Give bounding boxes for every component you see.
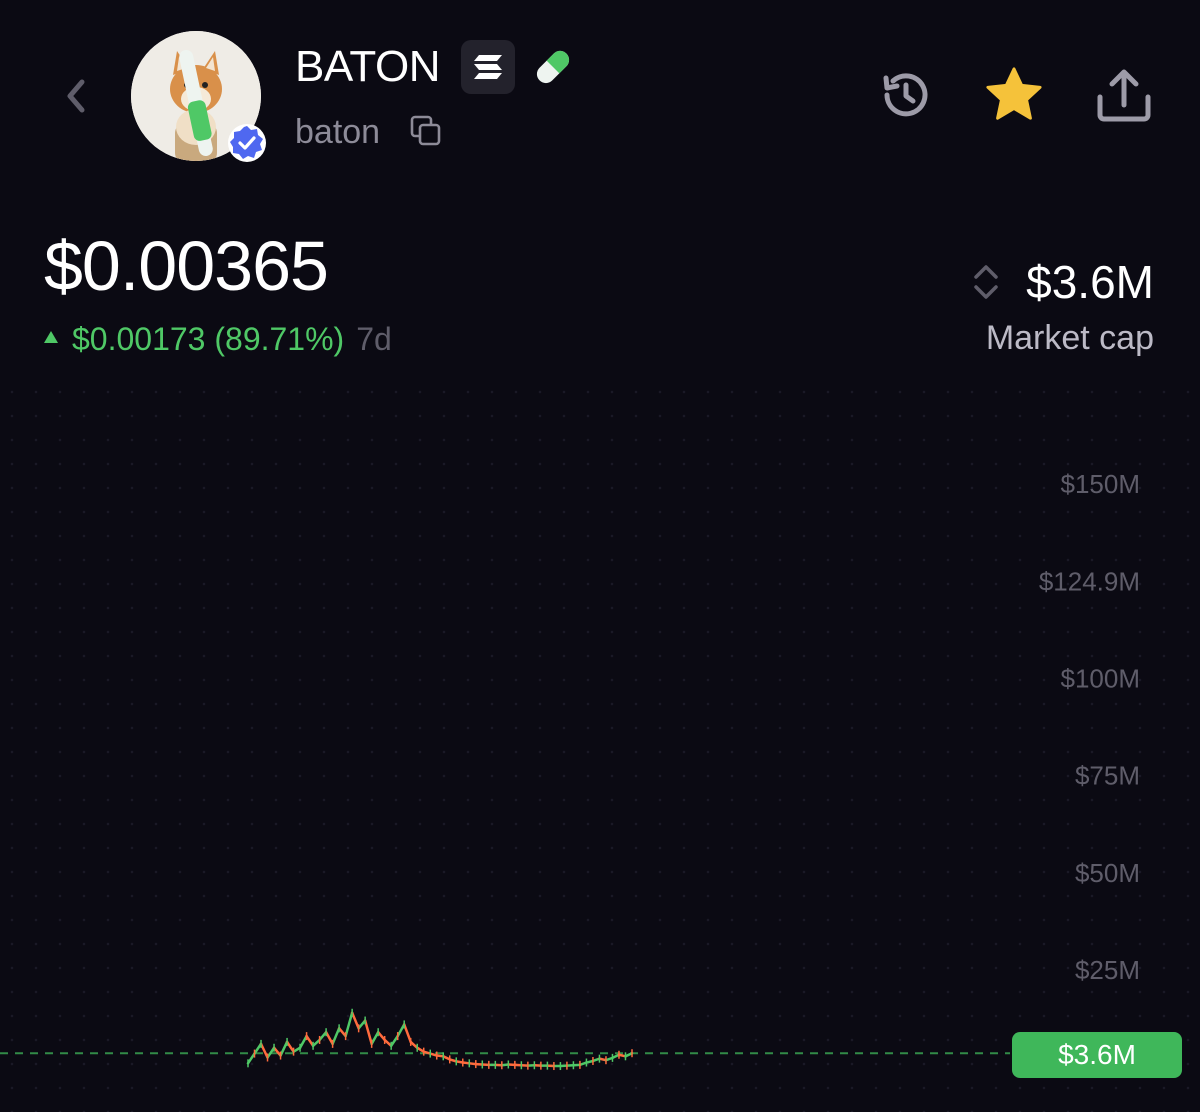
series-segment [383, 1038, 393, 1048]
series-segment [409, 1040, 419, 1050]
y-tick-label: $75M [1075, 761, 1140, 791]
token-detail-screen: BATON baton $0.00365 $0.00173 (89.71%) 7… [0, 0, 1200, 1112]
series-segment [298, 1034, 308, 1050]
series-segment [350, 1011, 360, 1030]
series-segment [344, 1011, 354, 1038]
y-tick-label: $100M [1061, 663, 1141, 693]
y-tick-label: $25M [1075, 955, 1140, 985]
series-segment [318, 1030, 328, 1042]
price-chart[interactable]: $150M $124.9M $100M $75M $50M $25M [0, 0, 1200, 1112]
series-segment [305, 1034, 315, 1048]
series-segment [389, 1034, 399, 1048]
series-segment [259, 1042, 269, 1059]
series-segment [624, 1051, 634, 1058]
series-segment [370, 1030, 380, 1046]
series-segment [337, 1027, 347, 1038]
y-tick-label: $50M [1075, 858, 1140, 888]
series-segment [402, 1023, 412, 1044]
series-segment [253, 1042, 263, 1055]
series-segment [396, 1023, 406, 1038]
series-segment [246, 1052, 256, 1065]
y-tick-label: $150M [1061, 469, 1141, 499]
series-segment [331, 1027, 341, 1046]
series-segment [285, 1040, 295, 1053]
current-market-cap-badge: $3.6M [1012, 1032, 1182, 1078]
series-segment [272, 1046, 282, 1057]
series-segment [363, 1019, 373, 1046]
series-segment [324, 1030, 334, 1046]
series-segment [311, 1038, 321, 1048]
series-segment [376, 1030, 386, 1042]
series-segment [357, 1019, 367, 1030]
y-tick-label: $124.9M [1039, 567, 1140, 597]
